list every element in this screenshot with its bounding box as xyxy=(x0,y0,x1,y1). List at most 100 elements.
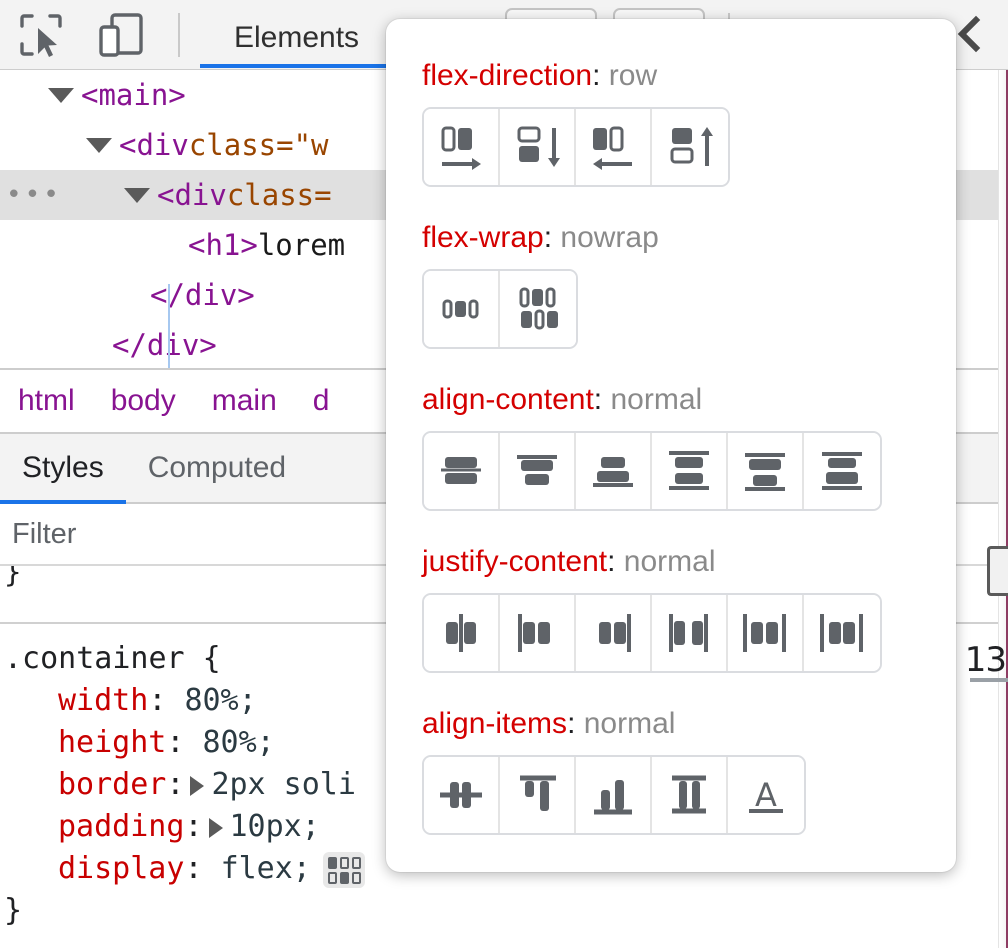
sliver-partial-button[interactable] xyxy=(987,546,1008,596)
flex-property-title: flex-direction: row xyxy=(422,59,956,93)
flex-property-name: flex-direction xyxy=(422,59,592,92)
dom-row-token-tag: <main> xyxy=(81,70,186,120)
css-property-name[interactable]: display xyxy=(58,851,184,886)
flex-property-title: align-content: normal xyxy=(422,383,956,417)
align-content-flex-start-icon[interactable] xyxy=(500,433,576,509)
chevron-down-icon[interactable] xyxy=(48,88,74,103)
flex-property-title: justify-content: normal xyxy=(422,545,956,579)
tab-computed[interactable]: Computed xyxy=(126,433,308,503)
flex-button-row xyxy=(422,107,730,187)
dom-row-token-tag: <div xyxy=(157,170,227,220)
dom-row-token-tag: <h1> xyxy=(188,220,258,270)
flex-button-row: A xyxy=(422,755,806,835)
css-property-name[interactable]: width xyxy=(58,683,148,718)
flexbox-editor-popup[interactable]: flex-direction: row flex-wrap: nowrap alig… xyxy=(386,19,956,872)
flex-property-value: normal xyxy=(610,383,702,416)
flex-property-value: normal xyxy=(624,545,716,578)
align-items-baseline-icon[interactable]: A xyxy=(728,757,804,833)
flex-property-value: nowrap xyxy=(560,221,658,254)
css-property-name[interactable]: height xyxy=(58,725,166,760)
css-property-value[interactable]: flex; xyxy=(221,851,311,886)
right-panel-sliver xyxy=(998,70,1008,948)
dom-row-token-txt: lorem xyxy=(258,220,345,270)
css-property-value[interactable]: 80%; xyxy=(203,725,275,760)
device-toolbar-icon[interactable] xyxy=(94,8,148,62)
align-items-flex-start-icon[interactable] xyxy=(500,757,576,833)
css-colon: : xyxy=(166,767,184,802)
dom-row-token-tag: <div xyxy=(119,120,189,170)
dom-row-token-attr: class= xyxy=(227,170,332,220)
flex-direction-column-reverse-icon[interactable] xyxy=(652,109,728,185)
align-content-space-between-icon[interactable] xyxy=(652,433,728,509)
flex-direction-row-icon[interactable] xyxy=(424,109,500,185)
sliver-line-number[interactable]: 13 xyxy=(965,640,1006,680)
dom-row-ellipsis-icon[interactable]: ••• xyxy=(6,182,62,208)
flex-title-space xyxy=(615,545,623,578)
devtools-window: Elements <main><div class="w•••<div clas… xyxy=(0,0,1008,948)
flex-title-space xyxy=(600,59,608,92)
align-items-stretch-icon[interactable] xyxy=(652,757,728,833)
css-property-name[interactable]: border xyxy=(58,767,166,802)
flex-direction-row-reverse-icon[interactable] xyxy=(576,109,652,185)
justify-content-space-evenly-icon[interactable] xyxy=(804,595,880,671)
chevron-down-icon[interactable] xyxy=(124,188,150,203)
flex-property-group: flex-wrap: nowrap xyxy=(422,221,956,349)
flex-wrap-nowrap-icon[interactable] xyxy=(424,271,500,347)
css-space xyxy=(166,683,184,718)
flex-property-group: justify-content: normal xyxy=(422,545,956,673)
align-items-flex-end-icon[interactable] xyxy=(576,757,652,833)
flex-property-title: flex-wrap: nowrap xyxy=(422,221,956,255)
css-property-value[interactable]: 80%; xyxy=(184,683,256,718)
align-content-center-icon[interactable] xyxy=(424,433,500,509)
breadcrumb-item[interactable]: d xyxy=(295,384,348,418)
tab-computed-label: Computed xyxy=(148,451,286,485)
flex-property-group: align-content: normal xyxy=(422,383,956,511)
justify-content-flex-end-icon[interactable] xyxy=(576,595,652,671)
align-content-stretch-icon[interactable] xyxy=(804,433,880,509)
dom-row-token-tag: </div> xyxy=(150,270,255,320)
justify-content-center-icon[interactable] xyxy=(424,595,500,671)
align-content-flex-end-icon[interactable] xyxy=(576,433,652,509)
flex-property-colon: : xyxy=(594,383,602,416)
flex-property-value: row xyxy=(609,59,657,92)
css-property-value[interactable]: 2px soli xyxy=(211,767,356,802)
css-close-brace-text: } xyxy=(4,893,22,928)
previous-rule-brace: } xyxy=(4,566,21,589)
inspect-cursor-icon[interactable] xyxy=(14,8,68,62)
dom-row-token-attr: class="w xyxy=(189,120,329,170)
breadcrumb-item[interactable]: main xyxy=(194,384,295,418)
tab-elements[interactable]: Elements xyxy=(200,8,393,68)
css-colon: : xyxy=(166,725,184,760)
chevron-down-icon[interactable] xyxy=(86,138,112,153)
tab-styles-label: Styles xyxy=(22,451,104,485)
svg-text:A: A xyxy=(755,776,777,814)
tab-elements-label: Elements xyxy=(234,21,359,55)
flex-property-group: flex-direction: row xyxy=(422,59,956,187)
chevron-right-icon[interactable] xyxy=(190,776,204,796)
chevron-double-left-icon[interactable] xyxy=(950,10,994,58)
breadcrumb-item[interactable]: body xyxy=(93,384,194,418)
css-property-name[interactable]: padding xyxy=(58,809,184,844)
flex-property-name: align-items xyxy=(422,707,567,740)
align-items-center-icon[interactable] xyxy=(424,757,500,833)
css-property-value[interactable]: 10px; xyxy=(230,809,320,844)
justify-content-space-between-icon[interactable] xyxy=(652,595,728,671)
align-content-space-around-icon[interactable] xyxy=(728,433,804,509)
css-selector-text: .container { xyxy=(4,641,221,676)
css-rule-close-brace: } xyxy=(0,890,1008,932)
flex-wrap-wrap-icon[interactable] xyxy=(500,271,576,347)
flex-direction-column-icon[interactable] xyxy=(500,109,576,185)
css-space xyxy=(203,851,221,886)
flex-title-space xyxy=(575,707,583,740)
flex-property-name: flex-wrap xyxy=(422,221,544,254)
css-colon: : xyxy=(184,809,202,844)
flex-property-name: justify-content xyxy=(422,545,607,578)
justify-content-flex-start-icon[interactable] xyxy=(500,595,576,671)
flex-badge-icon[interactable] xyxy=(323,852,365,888)
toolbar-divider xyxy=(178,13,180,57)
justify-content-space-around-icon[interactable] xyxy=(728,595,804,671)
tab-styles[interactable]: Styles xyxy=(0,433,126,503)
css-colon: : xyxy=(184,851,202,886)
breadcrumb-item[interactable]: html xyxy=(0,384,93,418)
chevron-right-icon[interactable] xyxy=(209,818,223,838)
